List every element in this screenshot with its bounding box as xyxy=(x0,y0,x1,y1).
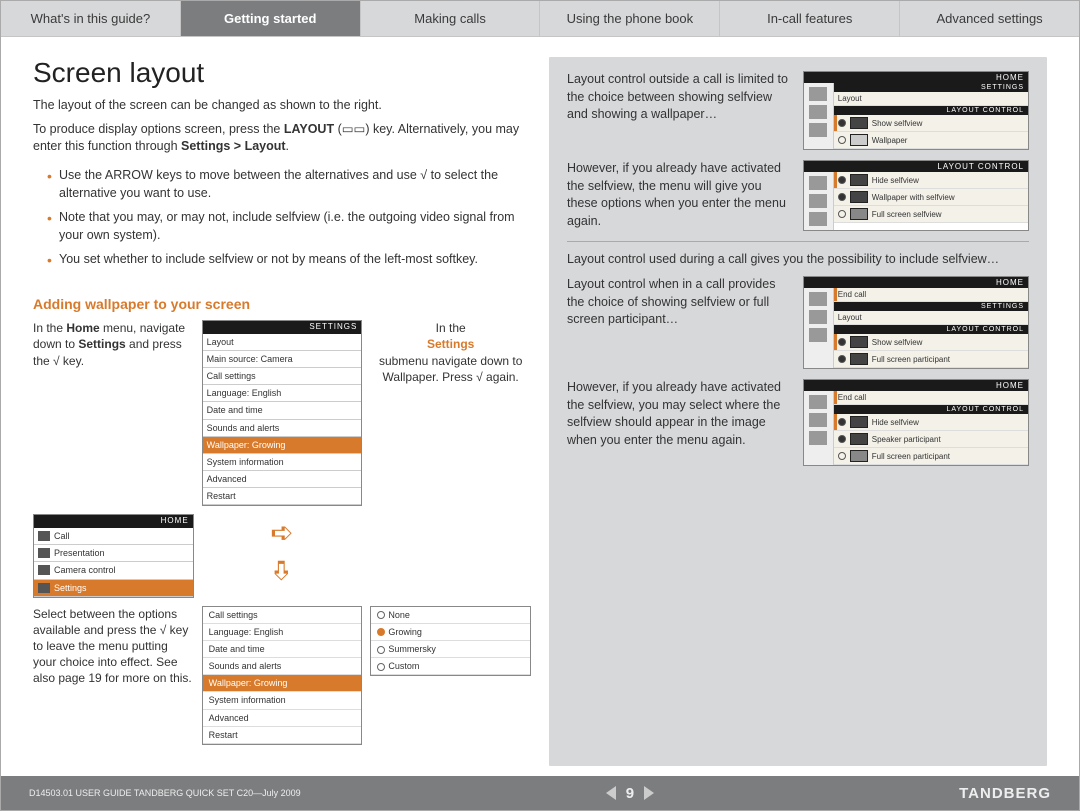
r2-text: However, if you already have activated t… xyxy=(567,160,789,230)
prev-page-icon[interactable] xyxy=(606,786,616,800)
top-nav: What's in this guide? Getting started Ma… xyxy=(1,1,1079,37)
nav-phone-book[interactable]: Using the phone book xyxy=(540,1,720,36)
arrow-right-icon: ➪ xyxy=(270,517,293,548)
camera-icon xyxy=(38,565,50,575)
lc-panel-3: HOME End call SETTINGS Layout LAYOUT CON… xyxy=(803,276,1029,369)
wallpaper-options-screenshot: None Growing Summersky Custom xyxy=(370,606,531,677)
doc-id: D14503.01 USER GUIDE TANDBERG QUICK SET … xyxy=(29,788,301,798)
arrow-down-icon: ➪ xyxy=(263,559,301,582)
phone-icon xyxy=(38,531,50,541)
intro-line1: The layout of the screen can be changed … xyxy=(33,97,531,115)
lc-panel-1: HOME SETTINGS Layout LAYOUT CONTROL Show… xyxy=(803,71,1029,150)
bullet-2: Note that you may, or may not, include s… xyxy=(47,208,531,244)
intro-line2: To produce display options screen, press… xyxy=(33,121,531,156)
step3-text: Select between the options available and… xyxy=(33,606,194,687)
brand-logo: TANDBERG xyxy=(959,785,1051,802)
nav-making-calls[interactable]: Making calls xyxy=(361,1,541,36)
lc-panel-4: HOME End call LAYOUT CONTROL Hide selfvi… xyxy=(803,379,1029,466)
left-column: Screen layout The layout of the screen c… xyxy=(33,57,531,766)
presentation-icon xyxy=(38,548,50,558)
footer: D14503.01 USER GUIDE TANDBERG QUICK SET … xyxy=(1,776,1079,810)
page-number: 9 xyxy=(626,785,634,802)
bullet-1: Use the ARROW keys to move between the a… xyxy=(47,166,531,202)
step1-text: In the Home menu, navigate down to Setti… xyxy=(33,320,194,369)
r4-text: Layout control when in a call provides t… xyxy=(567,276,789,329)
settings-menu-screenshot: SETTINGS Layout Main source: Camera Call… xyxy=(202,320,363,506)
bullet-3: You set whether to include selfview or n… xyxy=(47,250,531,268)
nav-whats-in-guide[interactable]: What's in this guide? xyxy=(1,1,181,36)
right-column: Layout control outside a call is limited… xyxy=(549,57,1047,766)
page-title: Screen layout xyxy=(33,57,531,89)
r5-text: However, if you already have activated t… xyxy=(567,379,789,449)
nav-in-call[interactable]: In-call features xyxy=(720,1,900,36)
subheading: Adding wallpaper to your screen xyxy=(33,296,531,312)
next-page-icon[interactable] xyxy=(644,786,654,800)
wallpaper-flow: In the Home menu, navigate down to Setti… xyxy=(33,320,531,745)
step2-text: In the Settings submenu navigate down to… xyxy=(370,320,531,385)
home-menu-screenshot: HOME Call Presentation Camera control Se… xyxy=(33,514,194,597)
r3-text: Layout control used during a call gives … xyxy=(567,252,1029,266)
lc-panel-2: LAYOUT CONTROL Hide selfview Wallpaper w… xyxy=(803,160,1029,231)
bullet-list: Use the ARROW keys to move between the a… xyxy=(47,166,531,275)
nav-getting-started[interactable]: Getting started xyxy=(181,1,361,36)
gear-icon xyxy=(38,583,50,593)
r1-text: Layout control outside a call is limited… xyxy=(567,71,789,124)
nav-advanced[interactable]: Advanced settings xyxy=(900,1,1079,36)
settings-menu2-screenshot: Call settings Language: English Date and… xyxy=(202,606,363,745)
